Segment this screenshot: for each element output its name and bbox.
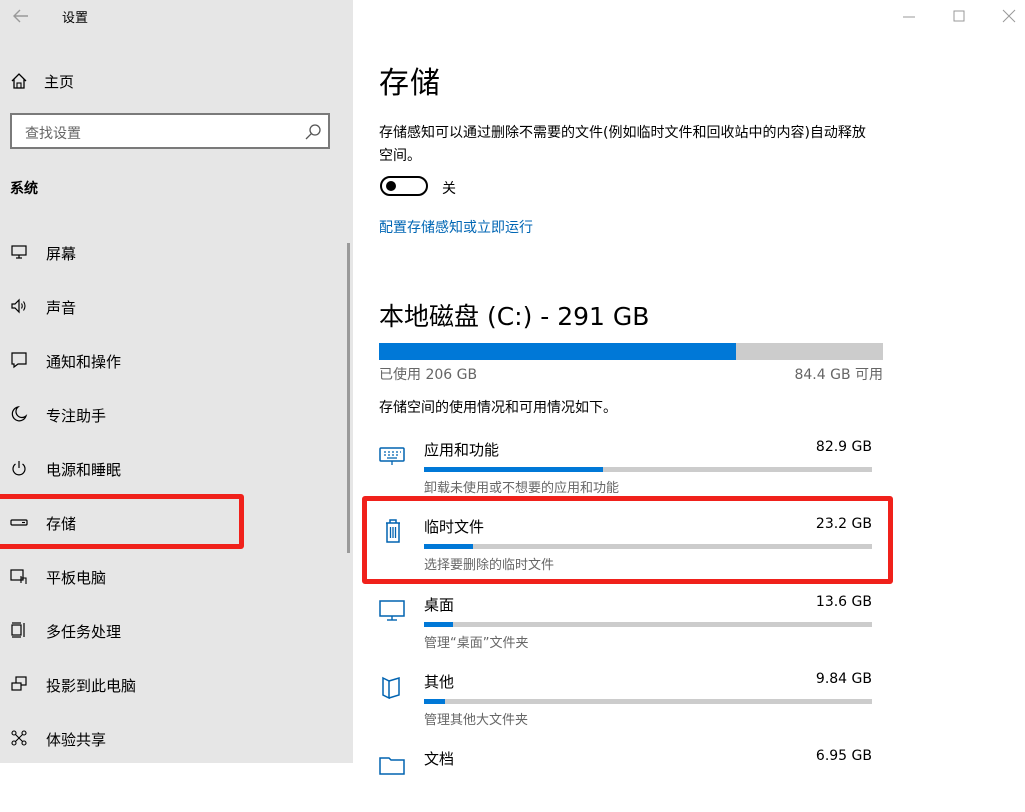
sidebar-item-notifications[interactable]: 通知和操作 xyxy=(0,343,340,377)
back-arrow-icon xyxy=(13,9,28,23)
sidebar-scrollbar[interactable] xyxy=(347,243,350,553)
share-icon xyxy=(11,730,27,746)
sidebar-item-label: 多任务处理 xyxy=(46,623,122,641)
drive-used-label: 已使用 206 GB xyxy=(379,367,478,383)
category-bar xyxy=(424,622,872,627)
app-title: 设置 xyxy=(62,11,89,26)
sidebar-item-shared-experiences[interactable]: 体验共享 xyxy=(0,721,340,755)
category-desktop[interactable]: 桌面 13.6 GB 管理“桌面”文件夹 xyxy=(379,594,879,658)
category-size: 6.95 GB xyxy=(815,748,872,764)
sidebar-item-label: 声音 xyxy=(46,299,77,317)
moon-icon xyxy=(11,405,28,422)
search-placeholder: 查找设置 xyxy=(25,126,81,142)
category-size: 13.6 GB xyxy=(815,594,872,610)
sidebar-item-label: 平板电脑 xyxy=(46,569,107,587)
page-title: 存储 xyxy=(379,66,441,101)
sidebar-item-sound[interactable]: 声音 xyxy=(0,289,340,323)
configure-storage-sense-link[interactable]: 配置存储感知或立即运行 xyxy=(379,217,533,237)
toggle-state-label: 关 xyxy=(442,181,456,197)
other-folder-icon xyxy=(382,676,400,699)
usage-caption: 存储空间的使用情况和可用情况如下。 xyxy=(379,400,617,416)
category-subtitle: 管理“桌面”文件夹 xyxy=(424,636,529,651)
toggle-knob xyxy=(386,181,396,191)
category-name: 其他 xyxy=(424,673,455,691)
sidebar-item-label: 专注助手 xyxy=(46,407,107,425)
maximize-icon xyxy=(953,10,965,22)
speaker-icon xyxy=(11,298,26,314)
multitask-icon xyxy=(11,622,25,638)
sidebar-item-label: 电源和睡眠 xyxy=(46,461,122,479)
project-icon xyxy=(11,676,27,691)
category-bar-fill xyxy=(424,467,604,472)
category-name: 应用和功能 xyxy=(424,441,500,459)
sidebar-item-tablet[interactable]: 平板电脑 xyxy=(0,559,340,593)
sidebar-item-power[interactable]: 电源和睡眠 xyxy=(0,451,340,485)
search-icon xyxy=(305,124,321,140)
category-other[interactable]: 其他 9.84 GB 管理其他大文件夹 xyxy=(379,671,879,735)
desktop-icon xyxy=(379,600,405,621)
highlight-box-temp-files xyxy=(362,496,893,584)
sidebar-item-multitasking[interactable]: 多任务处理 xyxy=(0,613,340,647)
category-subtitle: 管理其他大文件夹 xyxy=(424,713,529,728)
sidebar-item-display[interactable]: 屏幕 xyxy=(0,235,340,269)
sidebar-item-label: 体验共享 xyxy=(46,731,107,749)
sidebar: 设置 主页 查找设置 系统 屏幕 声音 通知和操作 专注助手 电源和睡眠 存储 … xyxy=(0,0,353,763)
close-icon xyxy=(1002,9,1016,23)
drive-title: 本地磁盘 (C:) - 291 GB xyxy=(379,302,650,331)
category-bar xyxy=(424,699,872,704)
category-bar-fill xyxy=(424,699,446,704)
category-apps[interactable]: 应用和功能 82.9 GB 卸载未使用或不想要的应用和功能 xyxy=(379,439,879,503)
storage-sense-toggle[interactable] xyxy=(380,176,428,196)
highlight-box-storage xyxy=(0,494,244,549)
monitor-icon xyxy=(11,245,27,259)
category-bar xyxy=(424,467,872,472)
sidebar-item-project[interactable]: 投影到此电脑 xyxy=(0,667,340,701)
sidebar-item-focus-assist[interactable]: 专注助手 xyxy=(0,397,340,431)
drive-available-label: 84.4 GB 可用 xyxy=(794,367,883,383)
sidebar-item-label: 屏幕 xyxy=(46,245,77,263)
tablet-icon xyxy=(10,569,27,584)
category-size: 82.9 GB xyxy=(815,439,872,455)
search-input[interactable]: 查找设置 xyxy=(10,113,330,149)
section-title: 系统 xyxy=(10,181,38,197)
documents-icon xyxy=(379,757,405,775)
back-button[interactable] xyxy=(10,4,32,28)
sidebar-item-label: 通知和操作 xyxy=(46,353,122,371)
drive-usage-fill xyxy=(379,343,736,360)
category-subtitle: 卸载未使用或不想要的应用和功能 xyxy=(424,481,620,496)
category-name: 文档 xyxy=(424,750,455,768)
category-documents[interactable]: 文档 6.95 GB xyxy=(379,748,879,812)
minimize-icon xyxy=(903,16,915,18)
keyboard-icon xyxy=(379,447,405,465)
power-icon xyxy=(12,461,26,476)
category-size: 9.84 GB xyxy=(815,671,872,687)
notification-icon xyxy=(11,352,27,369)
main-panel: 存储 存储感知可以通过删除不需要的文件(例如临时文件和回收站中的内容)自动释放空… xyxy=(353,0,1025,775)
sidebar-home-label: 主页 xyxy=(44,72,75,91)
maximize-button[interactable] xyxy=(948,6,970,26)
sidebar-item-home[interactable]: 主页 xyxy=(10,70,74,92)
home-icon xyxy=(11,73,27,89)
category-bar-fill xyxy=(424,622,454,627)
drive-usage-bar xyxy=(379,343,883,360)
category-name: 桌面 xyxy=(424,596,455,614)
minimize-button[interactable] xyxy=(898,6,920,26)
close-button[interactable] xyxy=(998,6,1020,26)
storage-sense-description: 存储感知可以通过删除不需要的文件(例如临时文件和回收站中的内容)自动释放空间。 xyxy=(379,125,866,164)
sidebar-item-label: 投影到此电脑 xyxy=(46,677,137,695)
